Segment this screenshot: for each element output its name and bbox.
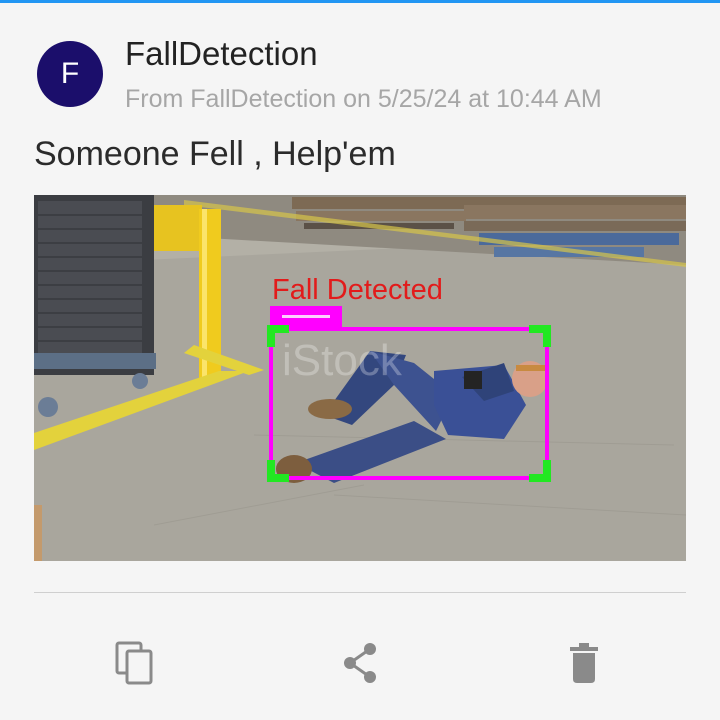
avatar-letter: F	[60, 57, 80, 90]
actions-divider	[34, 592, 686, 593]
delete-button[interactable]	[554, 633, 614, 693]
detection-tag-text	[282, 315, 330, 318]
notification-message: Someone Fell , Help'em	[34, 135, 396, 173]
notification-card[interactable]: F FallDetection From FallDetection on 5/…	[0, 3, 720, 720]
fall-detected-label: Fall Detected	[272, 274, 443, 306]
notification-header: F FallDetection From FallDetection on 5/…	[36, 35, 696, 119]
notification-meta: From FallDetection on 5/25/24 at 10:44 A…	[125, 85, 602, 113]
detection-image[interactable]: iStock Fall Detected	[34, 195, 686, 561]
copy-icon	[115, 641, 153, 685]
copy-button[interactable]	[105, 633, 165, 693]
app-name: FallDetection	[125, 35, 318, 72]
share-button[interactable]	[330, 633, 390, 693]
detection-scene: iStock Fall Detected	[34, 195, 686, 561]
trash-icon	[570, 643, 598, 683]
share-icon	[344, 643, 376, 683]
avatar: F	[37, 41, 103, 107]
watermark-text: iStock	[282, 336, 403, 385]
